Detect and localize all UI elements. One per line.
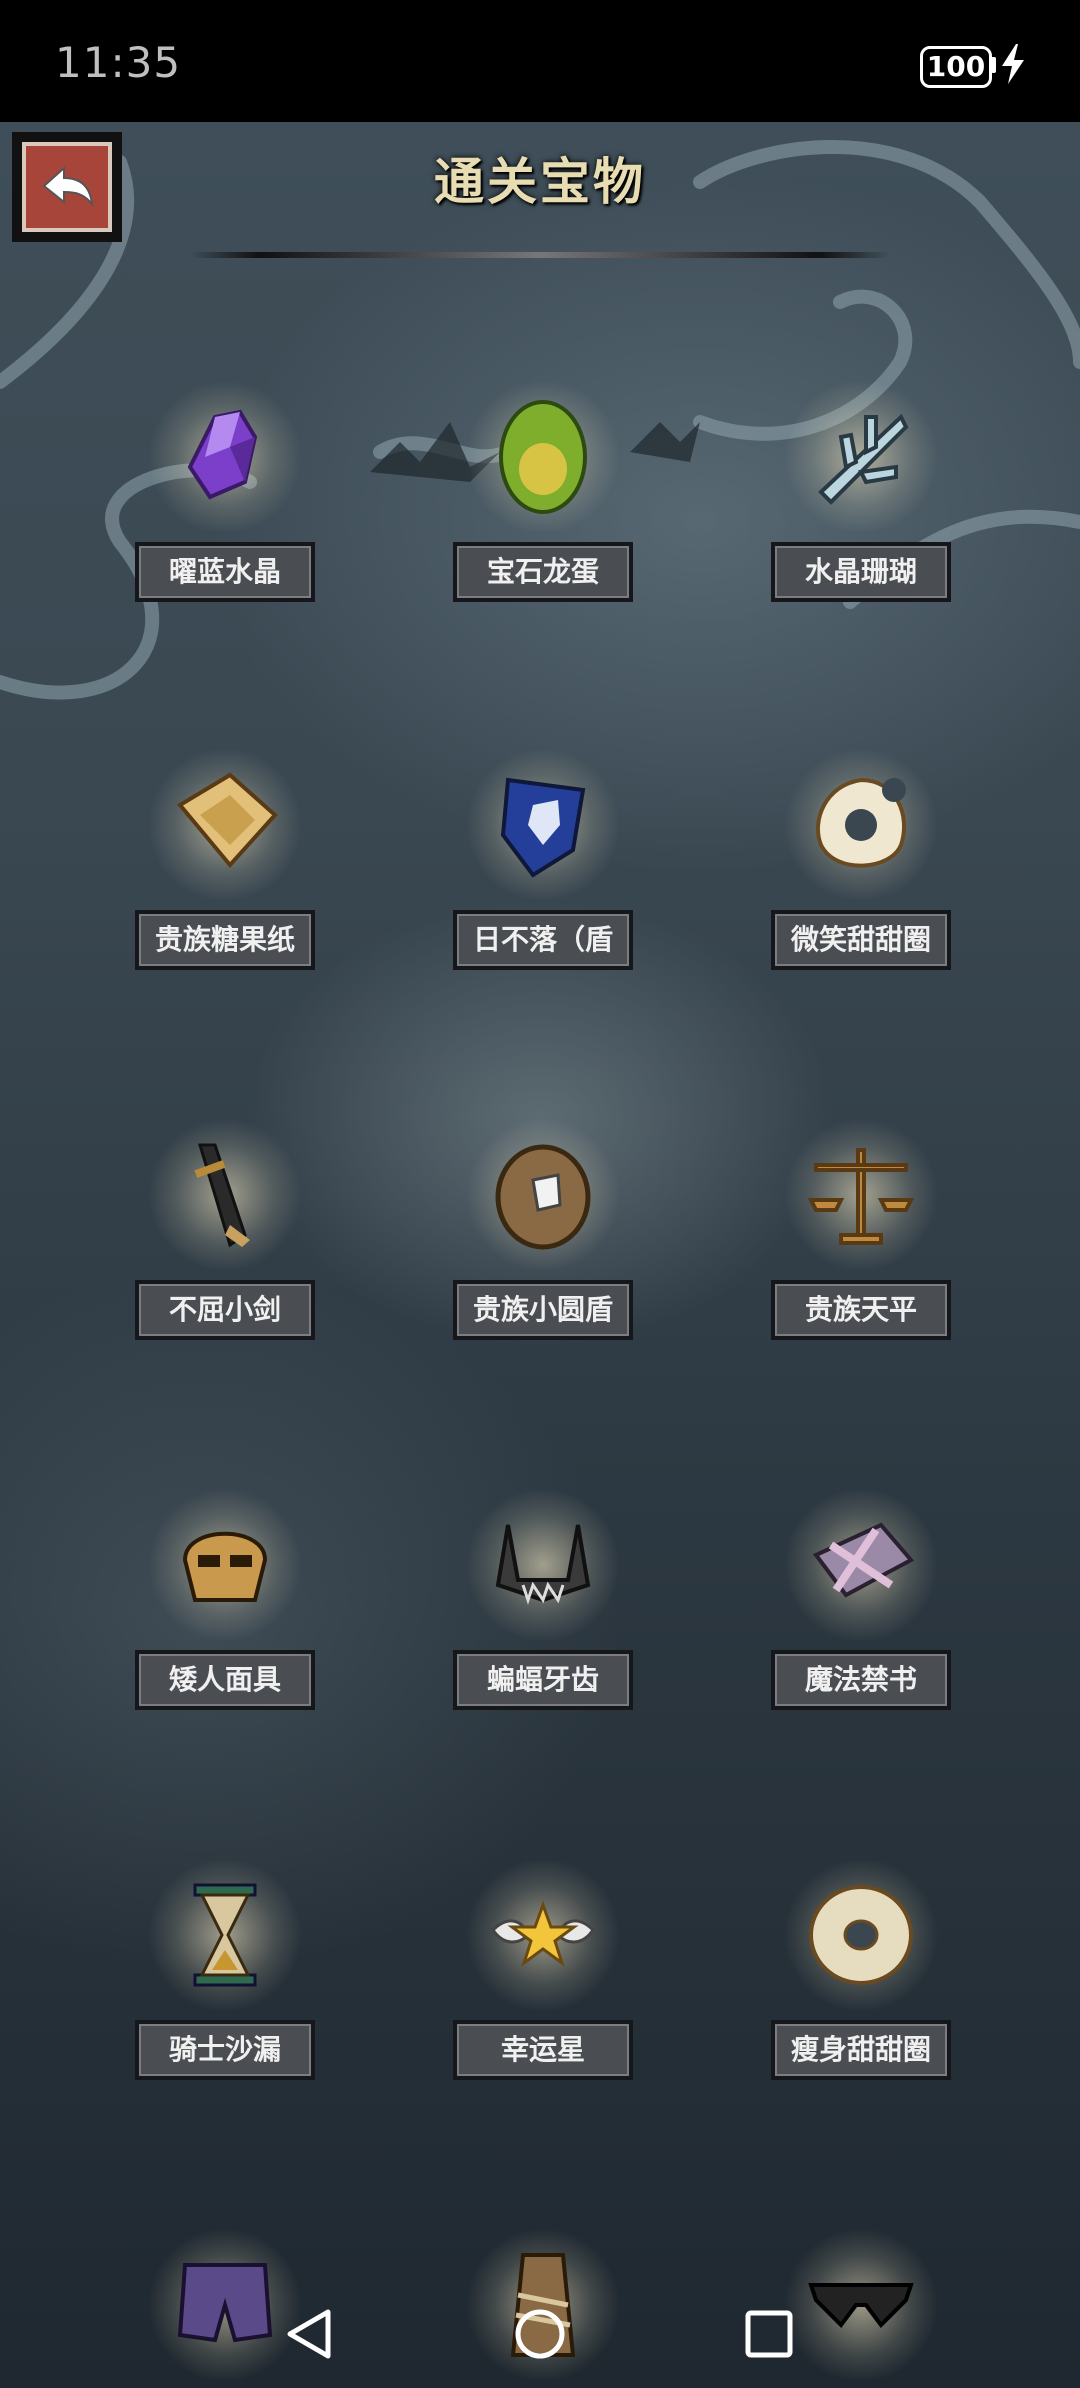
item-card[interactable]: 矮人面具 (135, 1490, 315, 1720)
item-label: 骑士沙漏 (135, 2020, 315, 2080)
bitten-donut-icon (815, 777, 907, 868)
nav-home-icon[interactable] (515, 2309, 565, 2359)
item-label: 宝石龙蛋 (453, 542, 633, 602)
title-divider (190, 252, 890, 258)
balance-scale-icon (807, 1148, 915, 1245)
item-card[interactable]: 贵族小圆盾 (453, 1120, 633, 1350)
item-label: 日不落（盾 (453, 910, 633, 970)
short-sword-icon (194, 1143, 250, 1248)
item-card[interactable]: 曜蓝水晶 (135, 382, 315, 612)
item-label: 曜蓝水晶 (135, 542, 315, 602)
nav-back-icon[interactable] (287, 2309, 331, 2359)
item-label: 贵族糖果纸 (135, 910, 315, 970)
bat-teeth-icon (495, 1524, 591, 1605)
item-label: 微笑甜甜圈 (771, 910, 951, 970)
item-label: 贵族小圆盾 (453, 1280, 633, 1340)
item-card[interactable]: 幸运星 (453, 1860, 633, 2090)
dwarf-mask-icon (182, 1531, 268, 1602)
item-card[interactable]: 不屈小剑 (135, 1120, 315, 1350)
charging-icon (1002, 44, 1024, 84)
item-label: 魔法禁书 (771, 1650, 951, 1710)
item-label: 蝙蝠牙齿 (453, 1650, 633, 1710)
item-label: 幸运星 (453, 2020, 633, 2080)
game-screen: 通关宝物 曜蓝水晶 宝石龙蛋 水晶珊瑚 贵族糖果纸 日不落（盾 微笑甜甜圈 不屈… (0, 122, 1080, 2388)
crystal-coral-icon (818, 413, 909, 505)
battery-level: 100 (926, 50, 986, 83)
item-card[interactable]: 贵族糖果纸 (135, 750, 315, 980)
item-label: 不屈小剑 (135, 1280, 315, 1340)
item-label: 瘦身甜甜圈 (771, 2020, 951, 2080)
round-shield-icon (495, 1144, 591, 1250)
item-card[interactable]: 蝙蝠牙齿 (453, 1490, 633, 1720)
item-card[interactable]: 魔法禁书 (771, 1490, 951, 1720)
battery-tip (991, 57, 996, 73)
forbidden-book-icon (812, 1522, 915, 1598)
winged-star-icon (491, 1900, 595, 1967)
item-label: 贵族天平 (771, 1280, 951, 1340)
page-title: 通关宝物 (434, 153, 646, 211)
item-card[interactable]: 宝石龙蛋 (453, 382, 633, 612)
hourglass-icon (193, 1883, 257, 1987)
status-time: 11:35 (55, 38, 182, 87)
item-card[interactable]: 水晶珊瑚 (771, 382, 951, 612)
candy-wrapper-icon (176, 772, 278, 869)
battery-icon: 100 (920, 46, 992, 88)
item-card[interactable]: 日不落（盾 (453, 750, 633, 980)
green-egg-icon (499, 400, 587, 514)
blue-shield-icon (500, 777, 586, 878)
donut-icon (809, 1885, 913, 1985)
status-bar: 11:35 100 (0, 0, 1080, 122)
purple-crystal-icon (187, 409, 258, 500)
item-card[interactable]: 微笑甜甜圈 (771, 750, 951, 980)
navigation-bar (287, 2309, 793, 2359)
item-label: 矮人面具 (135, 1650, 315, 1710)
item-label: 水晶珊瑚 (771, 542, 951, 602)
nav-recents-icon[interactable] (745, 2310, 793, 2358)
item-card[interactable]: 瘦身甜甜圈 (771, 1860, 951, 2090)
item-card[interactable]: 骑士沙漏 (135, 1860, 315, 2090)
item-card[interactable]: 贵族天平 (771, 1120, 951, 1350)
